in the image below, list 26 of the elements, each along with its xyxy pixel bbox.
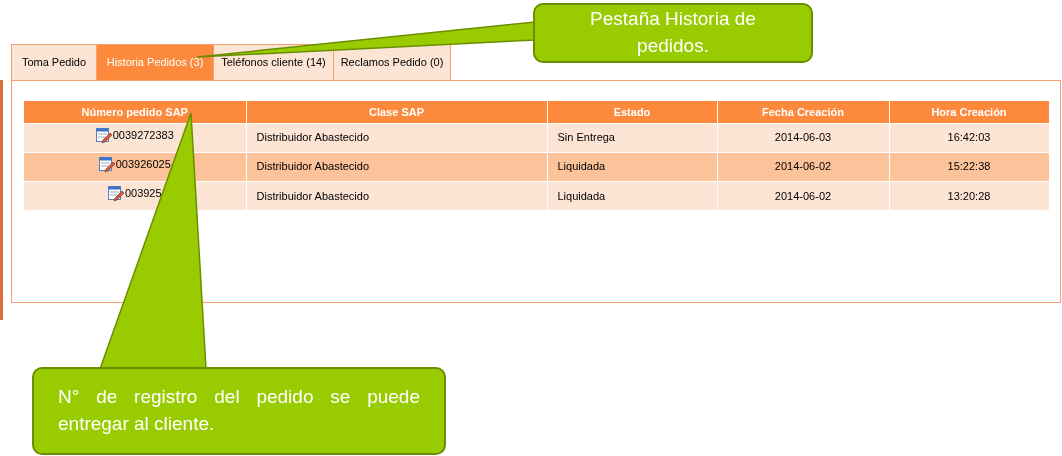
callout-text: Pestaña Historia de pedidos. [590,8,756,56]
table-cell: Liquidada [557,160,606,173]
table-cell: Liquidada [557,189,606,202]
table-cell-text: 003926025 [115,157,171,172]
table-cell: Distribuidor Abastecido [256,189,369,202]
edit-form-icon[interactable] [98,156,115,173]
table-cell: Sin Entrega [557,131,615,144]
table-cell-text: 0039272383 [112,128,174,143]
callout-text: N° de registro del pedido se puede entregar al cliente. [58,386,420,434]
column-header: Estado [547,101,717,123]
table-cell: 2014-06-03 [774,131,832,144]
table-cell: 2014-06-02 [774,189,832,202]
edit-form-icon[interactable] [107,185,124,202]
table-cell: Distribuidor Abastecido [256,160,369,173]
column-header: Hora Creación [889,101,1049,123]
table-cell: 16:42:03 [947,131,991,144]
column-header: Número pedido SAP [24,101,246,123]
edit-form-icon[interactable] [95,127,112,144]
tab[interactable]: Toma Pedido [11,44,97,80]
table-cell: 2014-06-02 [774,160,832,173]
column-header: Clase SAP [246,101,547,123]
table-cell-text: 003925 [124,186,162,202]
table-cell: Distribuidor Abastecido [256,131,369,144]
table-cell: 15:22:38 [947,160,991,173]
table-cell: 13:20:28 [947,189,991,202]
column-header: Fecha Creación [717,101,889,123]
